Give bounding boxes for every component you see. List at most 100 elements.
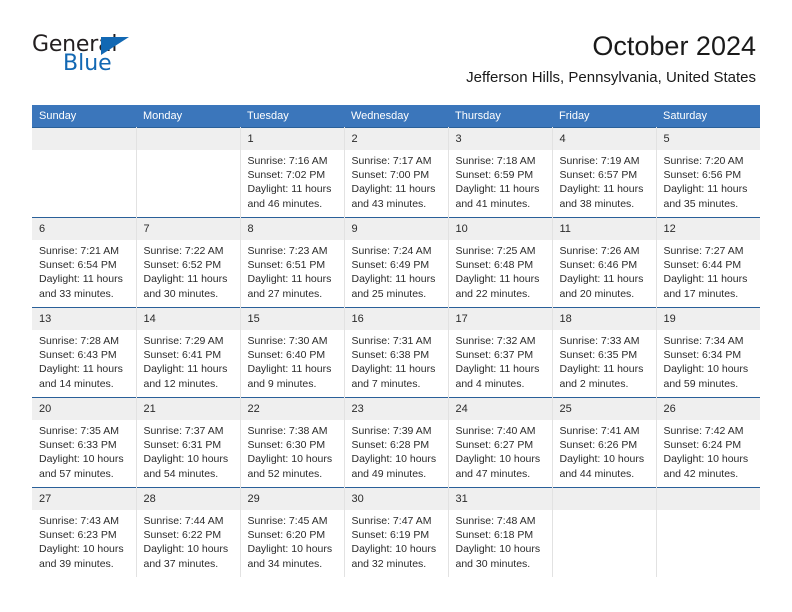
calendar-day-cell[interactable]: 14 Sunrise: 7:29 AM Sunset: 6:41 PM Dayligh… <box>135 307 241 398</box>
calendar-day-cell[interactable]: 15 Sunrise: 7:30 AM Sunset: 6:40 PM Dayligh… <box>239 307 345 398</box>
logo-text-blue: Blue <box>63 51 112 76</box>
sunset-text: Sunset: 6:27 PM <box>455 439 534 452</box>
daylight-text: Daylight: 11 hours and 43 minutes. <box>351 183 436 210</box>
calendar-day-cell[interactable]: 17 Sunrise: 7:32 AM Sunset: 6:37 PM Dayligh… <box>447 307 553 398</box>
sunset-text: Sunset: 6:30 PM <box>247 439 326 452</box>
sunrise-text: Sunrise: 7:34 AM <box>663 335 744 347</box>
day-number: 19 <box>656 308 760 330</box>
calendar-day-cell[interactable]: 12 Sunrise: 7:27 AM Sunset: 6:44 PM Dayligh… <box>655 217 761 308</box>
sunset-text: Sunset: 6:20 PM <box>247 529 326 542</box>
calendar-day-cell[interactable]: 20 Sunrise: 7:35 AM Sunset: 6:33 PM Dayligh… <box>32 397 137 488</box>
calendar-day-cell[interactable]: 27 Sunrise: 7:43 AM Sunset: 6:23 PM Dayligh… <box>32 487 137 577</box>
sunset-text: Sunset: 6:57 PM <box>559 169 638 182</box>
day-number: 7 <box>136 218 240 240</box>
day-number: 26 <box>656 398 760 420</box>
day-number: 17 <box>448 308 552 330</box>
calendar-day-cell[interactable]: 8 Sunrise: 7:23 AM Sunset: 6:51 PM Daylight… <box>239 217 345 308</box>
calendar-day-cell[interactable]: 6 Sunrise: 7:21 AM Sunset: 6:54 PM Daylight… <box>32 217 137 308</box>
calendar-day-cell-empty <box>32 127 137 218</box>
day-number <box>136 128 240 150</box>
sunrise-text: Sunrise: 7:26 AM <box>559 245 640 257</box>
calendar-day-cell[interactable]: 1 Sunrise: 7:16 AM Sunset: 7:02 PM Daylight… <box>239 127 345 218</box>
daylight-text: Daylight: 10 hours and 34 minutes. <box>247 543 333 570</box>
calendar-day-cell[interactable]: 21 Sunrise: 7:37 AM Sunset: 6:31 PM Dayligh… <box>135 397 241 488</box>
daylight-text: Daylight: 11 hours and 46 minutes. <box>247 183 332 210</box>
sunrise-text: Sunrise: 7:38 AM <box>247 425 328 437</box>
sunset-text: Sunset: 6:46 PM <box>559 259 638 272</box>
page-title: October 2024 <box>592 31 756 61</box>
day-details: Sunrise: 7:38 AM Sunset: 6:30 PM Daylight:… <box>241 420 344 481</box>
daylight-text: Daylight: 11 hours and 27 minutes. <box>247 273 332 300</box>
calendar-day-cell[interactable]: 5 Sunrise: 7:20 AM Sunset: 6:56 PM Daylight… <box>655 127 760 218</box>
calendar-day-cell[interactable]: 13 Sunrise: 7:28 AM Sunset: 6:43 PM Dayligh… <box>32 307 137 398</box>
calendar-day-cell[interactable]: 25 Sunrise: 7:41 AM Sunset: 6:26 PM Dayligh… <box>551 397 657 488</box>
day-details: Sunrise: 7:17 AM Sunset: 7:00 PM Daylight:… <box>345 150 448 211</box>
calendar-day-cell[interactable]: 7 Sunrise: 7:22 AM Sunset: 6:52 PM Daylight… <box>135 217 241 308</box>
daylight-text: Daylight: 11 hours and 22 minutes. <box>455 273 540 300</box>
weekday-header-saturday: Saturday <box>656 105 760 128</box>
sunset-text: Sunset: 6:37 PM <box>455 349 534 362</box>
calendar-day-cell[interactable]: 4 Sunrise: 7:19 AM Sunset: 6:57 PM Daylight… <box>551 127 657 218</box>
calendar-day-cell[interactable]: 18 Sunrise: 7:33 AM Sunset: 6:35 PM Dayligh… <box>551 307 657 398</box>
sunrise-text: Sunrise: 7:37 AM <box>143 425 224 437</box>
calendar-day-cell[interactable]: 30 Sunrise: 7:47 AM Sunset: 6:19 PM Dayligh… <box>343 487 449 577</box>
generalblue-logo[interactable]: General Blue <box>32 33 182 81</box>
daylight-text: Daylight: 11 hours and 20 minutes. <box>559 273 644 300</box>
daylight-text: Daylight: 10 hours and 49 minutes. <box>351 453 437 480</box>
day-details: Sunrise: 7:40 AM Sunset: 6:27 PM Daylight:… <box>449 420 552 481</box>
daylight-text: Daylight: 11 hours and 30 minutes. <box>143 273 228 300</box>
day-details: Sunrise: 7:39 AM Sunset: 6:28 PM Daylight:… <box>345 420 448 481</box>
day-details: Sunrise: 7:19 AM Sunset: 6:57 PM Daylight:… <box>553 150 656 211</box>
calendar-day-cell[interactable]: 10 Sunrise: 7:25 AM Sunset: 6:48 PM Dayligh… <box>447 217 553 308</box>
sunset-text: Sunset: 6:19 PM <box>351 529 430 542</box>
sunrise-text: Sunrise: 7:16 AM <box>247 155 328 167</box>
day-details: Sunrise: 7:27 AM Sunset: 6:44 PM Daylight:… <box>657 240 761 301</box>
calendar-day-cell[interactable]: 3 Sunrise: 7:18 AM Sunset: 6:59 PM Daylight… <box>447 127 553 218</box>
calendar-day-cell[interactable]: 22 Sunrise: 7:38 AM Sunset: 6:30 PM Dayligh… <box>239 397 345 488</box>
page-header: General Blue October 2024 Jefferson Hill… <box>0 0 792 100</box>
calendar-day-cell[interactable]: 2 Sunrise: 7:17 AM Sunset: 7:00 PM Daylight… <box>343 127 449 218</box>
daylight-text: Daylight: 10 hours and 30 minutes. <box>455 543 541 570</box>
calendar-day-cell[interactable]: 29 Sunrise: 7:45 AM Sunset: 6:20 PM Dayligh… <box>239 487 345 577</box>
day-number: 28 <box>136 488 240 510</box>
daylight-text: Daylight: 11 hours and 14 minutes. <box>39 363 123 390</box>
sunset-text: Sunset: 6:33 PM <box>39 439 117 452</box>
calendar-day-cell[interactable]: 28 Sunrise: 7:44 AM Sunset: 6:22 PM Dayligh… <box>135 487 241 577</box>
calendar-day-cell[interactable]: 16 Sunrise: 7:31 AM Sunset: 6:38 PM Dayligh… <box>343 307 449 398</box>
sunset-text: Sunset: 6:22 PM <box>143 529 222 542</box>
sunrise-text: Sunrise: 7:39 AM <box>351 425 432 437</box>
day-details: Sunrise: 7:42 AM Sunset: 6:24 PM Daylight:… <box>657 420 761 481</box>
calendar-day-cell[interactable]: 24 Sunrise: 7:40 AM Sunset: 6:27 PM Dayligh… <box>447 397 553 488</box>
daylight-text: Daylight: 10 hours and 57 minutes. <box>39 453 124 480</box>
calendar-day-cell[interactable]: 11 Sunrise: 7:26 AM Sunset: 6:46 PM Dayligh… <box>551 217 657 308</box>
sunrise-text: Sunrise: 7:22 AM <box>143 245 224 257</box>
sunrise-text: Sunrise: 7:35 AM <box>39 425 119 437</box>
sunset-text: Sunset: 6:24 PM <box>663 439 742 452</box>
sunset-text: Sunset: 6:23 PM <box>39 529 117 542</box>
sunrise-text: Sunrise: 7:23 AM <box>247 245 328 257</box>
day-details: Sunrise: 7:45 AM Sunset: 6:20 PM Daylight:… <box>241 510 344 571</box>
calendar-day-cell[interactable]: 9 Sunrise: 7:24 AM Sunset: 6:49 PM Daylight… <box>343 217 449 308</box>
day-number <box>656 488 760 510</box>
calendar-day-cell[interactable]: 26 Sunrise: 7:42 AM Sunset: 6:24 PM Dayligh… <box>655 397 761 488</box>
calendar-day-cell[interactable]: 23 Sunrise: 7:39 AM Sunset: 6:28 PM Dayligh… <box>343 397 449 488</box>
day-number: 8 <box>240 218 344 240</box>
calendar-day-cell-empty <box>135 127 241 218</box>
weekday-header-wednesday: Wednesday <box>344 105 448 128</box>
calendar-week-row: 20 Sunrise: 7:35 AM Sunset: 6:33 PM Dayligh… <box>32 397 761 488</box>
daylight-text: Daylight: 11 hours and 17 minutes. <box>663 273 748 300</box>
daylight-text: Daylight: 11 hours and 4 minutes. <box>455 363 540 390</box>
calendar-day-cell-empty <box>655 487 760 577</box>
day-number: 14 <box>136 308 240 330</box>
sunrise-text: Sunrise: 7:48 AM <box>455 515 536 527</box>
day-number: 21 <box>136 398 240 420</box>
sunrise-text: Sunrise: 7:25 AM <box>455 245 536 257</box>
sunset-text: Sunset: 7:02 PM <box>247 169 326 182</box>
daylight-text: Daylight: 11 hours and 12 minutes. <box>143 363 228 390</box>
weekday-header-sunday: Sunday <box>32 105 136 128</box>
calendar-week-row: 1 Sunrise: 7:16 AM Sunset: 7:02 PM Daylight… <box>32 127 760 218</box>
day-number: 22 <box>240 398 344 420</box>
calendar-day-cell[interactable]: 31 Sunrise: 7:48 AM Sunset: 6:18 PM Dayligh… <box>447 487 553 577</box>
calendar-day-cell[interactable]: 19 Sunrise: 7:34 AM Sunset: 6:34 PM Dayligh… <box>655 307 760 398</box>
calendar-week-row: 6 Sunrise: 7:21 AM Sunset: 6:54 PM Daylight… <box>32 217 761 308</box>
